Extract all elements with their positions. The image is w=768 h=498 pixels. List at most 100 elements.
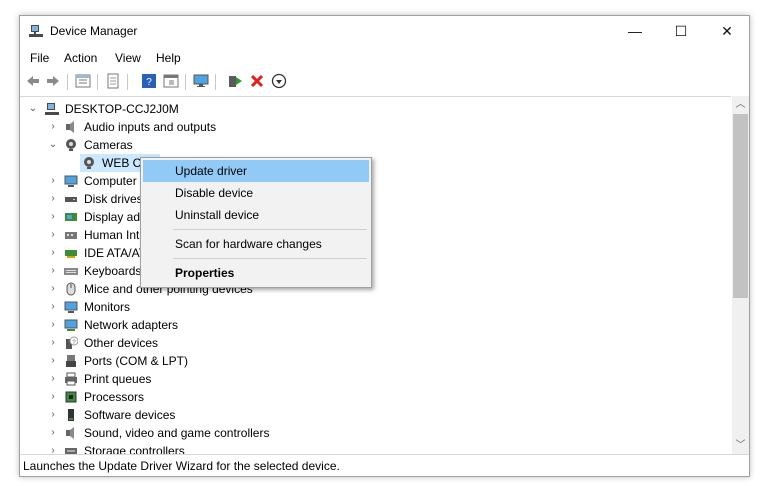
scroll-up-icon[interactable]: ︿ bbox=[732, 96, 749, 113]
other-devices-icon: ? bbox=[66, 336, 78, 349]
tree-item[interactable]: ›? Other devices bbox=[20, 334, 731, 352]
tree-item[interactable]: › Audio inputs and outputs bbox=[20, 118, 731, 136]
status-text: Launches the Update Driver Wizard for th… bbox=[23, 459, 340, 473]
menu-item-properties[interactable]: Properties bbox=[143, 262, 369, 284]
tree-item[interactable]: › Display ad bbox=[20, 208, 731, 226]
chevron-right-icon[interactable]: › bbox=[48, 118, 58, 136]
window-title: Device Manager bbox=[50, 24, 138, 38]
svg-text:?: ? bbox=[146, 77, 152, 88]
chevron-right-icon[interactable]: › bbox=[48, 280, 58, 298]
keyboard-icon bbox=[64, 268, 78, 275]
toolbar-separator bbox=[127, 74, 128, 90]
back-arrow-icon[interactable] bbox=[25, 73, 41, 89]
menu-item-disable-device[interactable]: Disable device bbox=[143, 182, 369, 204]
computer-icon bbox=[64, 175, 78, 187]
help-icon[interactable]: ? bbox=[141, 73, 157, 89]
chevron-right-icon[interactable]: › bbox=[48, 370, 58, 388]
menu-item-scan-hardware[interactable]: Scan for hardware changes bbox=[143, 233, 369, 255]
tree-item[interactable]: › Print queues bbox=[20, 370, 731, 388]
software-device-icon bbox=[68, 409, 74, 421]
close-button[interactable]: ✕ bbox=[704, 16, 749, 47]
chevron-right-icon[interactable]: › bbox=[48, 226, 58, 244]
tree-item[interactable]: › Mice and other pointing devices bbox=[20, 280, 731, 298]
tree-item[interactable]: › Software devices bbox=[20, 406, 731, 424]
chevron-down-icon[interactable]: ⌄ bbox=[28, 100, 38, 118]
chevron-down-icon[interactable]: ⌄ bbox=[48, 136, 58, 154]
tree-item-label: Computer bbox=[84, 174, 137, 188]
download-circle-icon[interactable] bbox=[271, 73, 287, 89]
tree-item-label: Display ad bbox=[84, 210, 141, 224]
chevron-right-icon[interactable]: › bbox=[48, 352, 58, 370]
tree-item-label: Network adapters bbox=[84, 318, 179, 332]
device-manager-app-icon bbox=[29, 25, 43, 37]
tree-item[interactable]: › Disk drives bbox=[20, 190, 731, 208]
toolbar: ? bbox=[20, 71, 749, 93]
chevron-right-icon[interactable]: › bbox=[48, 298, 58, 316]
tree-item[interactable]: › Ports (COM & LPT) bbox=[20, 352, 731, 370]
menu-file[interactable]: File bbox=[30, 51, 49, 65]
monitor-icon bbox=[64, 301, 78, 313]
processor-icon bbox=[65, 391, 77, 403]
ports-icon bbox=[66, 355, 76, 367]
toolbar-separator bbox=[67, 74, 68, 90]
menu-view[interactable]: View bbox=[115, 51, 141, 65]
speaker-icon bbox=[66, 121, 74, 133]
tree-item-label: Processors bbox=[84, 390, 145, 404]
disable-device-label: Disable device bbox=[175, 186, 254, 200]
menu-help[interactable]: Help bbox=[156, 51, 181, 65]
chevron-right-icon[interactable]: › bbox=[48, 190, 58, 208]
maximize-button[interactable]: ☐ bbox=[658, 16, 704, 47]
chevron-right-icon[interactable]: › bbox=[48, 172, 58, 190]
tree-item-label: Human Int bbox=[84, 228, 140, 242]
maximize-icon: ☐ bbox=[674, 23, 688, 39]
tree-item[interactable]: › Processors bbox=[20, 388, 731, 406]
forward-arrow-icon[interactable] bbox=[45, 73, 61, 89]
tree-item[interactable]: › Network adapters bbox=[20, 316, 731, 334]
tree-item[interactable]: ⌄ Cameras bbox=[20, 136, 731, 154]
chevron-right-icon[interactable]: › bbox=[48, 244, 58, 262]
ide-controller-icon bbox=[65, 250, 77, 258]
menu-item-update-driver[interactable]: Update driver bbox=[143, 160, 369, 182]
camera-icon bbox=[66, 139, 76, 151]
context-menu: Update driver Disable device Uninstall d… bbox=[140, 157, 372, 288]
tree-item-label: Disk drives bbox=[84, 192, 143, 206]
properties-label: Properties bbox=[175, 266, 235, 280]
monitor-icon[interactable] bbox=[193, 73, 209, 89]
tree-item-label: IDE ATA/AT bbox=[84, 246, 147, 260]
toolbar-separator bbox=[97, 74, 98, 90]
tree-item-child[interactable]: WEB C... bbox=[20, 154, 731, 172]
tree-item[interactable]: › IDE ATA/AT bbox=[20, 244, 731, 262]
tree-item[interactable]: › Human Int bbox=[20, 226, 731, 244]
chevron-right-icon[interactable]: › bbox=[48, 406, 58, 424]
tree-item-label: Sound, video and game controllers bbox=[84, 426, 270, 440]
chevron-right-icon[interactable]: › bbox=[48, 388, 58, 406]
document-icon[interactable] bbox=[105, 73, 121, 89]
chevron-right-icon[interactable]: › bbox=[48, 262, 58, 280]
sound-controller-icon bbox=[66, 427, 74, 439]
scroll-down-icon[interactable]: ﹀ bbox=[732, 437, 749, 454]
tree-item[interactable]: › Keyboards bbox=[20, 262, 731, 280]
chevron-right-icon[interactable]: › bbox=[48, 424, 58, 442]
toolbar-separator bbox=[215, 74, 216, 90]
tree-item-label: Other devices bbox=[84, 336, 159, 350]
grid-view-icon[interactable] bbox=[163, 73, 179, 89]
device-tree: ⌄ DESKTOP-CCJ2J0M › Audio inputs and outp… bbox=[20, 96, 731, 455]
disk-drive-icon bbox=[65, 197, 77, 202]
scroll-thumb[interactable] bbox=[733, 114, 748, 298]
tree-item-label: Cameras bbox=[84, 138, 133, 152]
uninstall-x-icon[interactable] bbox=[249, 73, 265, 89]
menu-item-uninstall-device[interactable]: Uninstall device bbox=[143, 204, 369, 226]
update-driver-icon[interactable] bbox=[227, 73, 243, 89]
chevron-right-icon[interactable]: › bbox=[48, 316, 58, 334]
properties-grid-icon[interactable] bbox=[75, 73, 91, 89]
chevron-right-icon[interactable]: › bbox=[48, 208, 58, 226]
tree-item[interactable]: › Sound, video and game controllers bbox=[20, 424, 731, 442]
chevron-right-icon[interactable]: › bbox=[48, 334, 58, 352]
minimize-button[interactable]: — bbox=[612, 16, 658, 47]
vertical-scrollbar[interactable]: ︿ ﹀ bbox=[732, 96, 749, 454]
menu-action[interactable]: Action bbox=[64, 51, 97, 65]
tree-item[interactable]: › Monitors bbox=[20, 298, 731, 316]
device-manager-window: Device Manager — ☐ ✕ File Action View He… bbox=[19, 15, 750, 477]
display-adapter-icon bbox=[65, 213, 77, 221]
tree-item[interactable]: › Computer bbox=[20, 172, 731, 190]
